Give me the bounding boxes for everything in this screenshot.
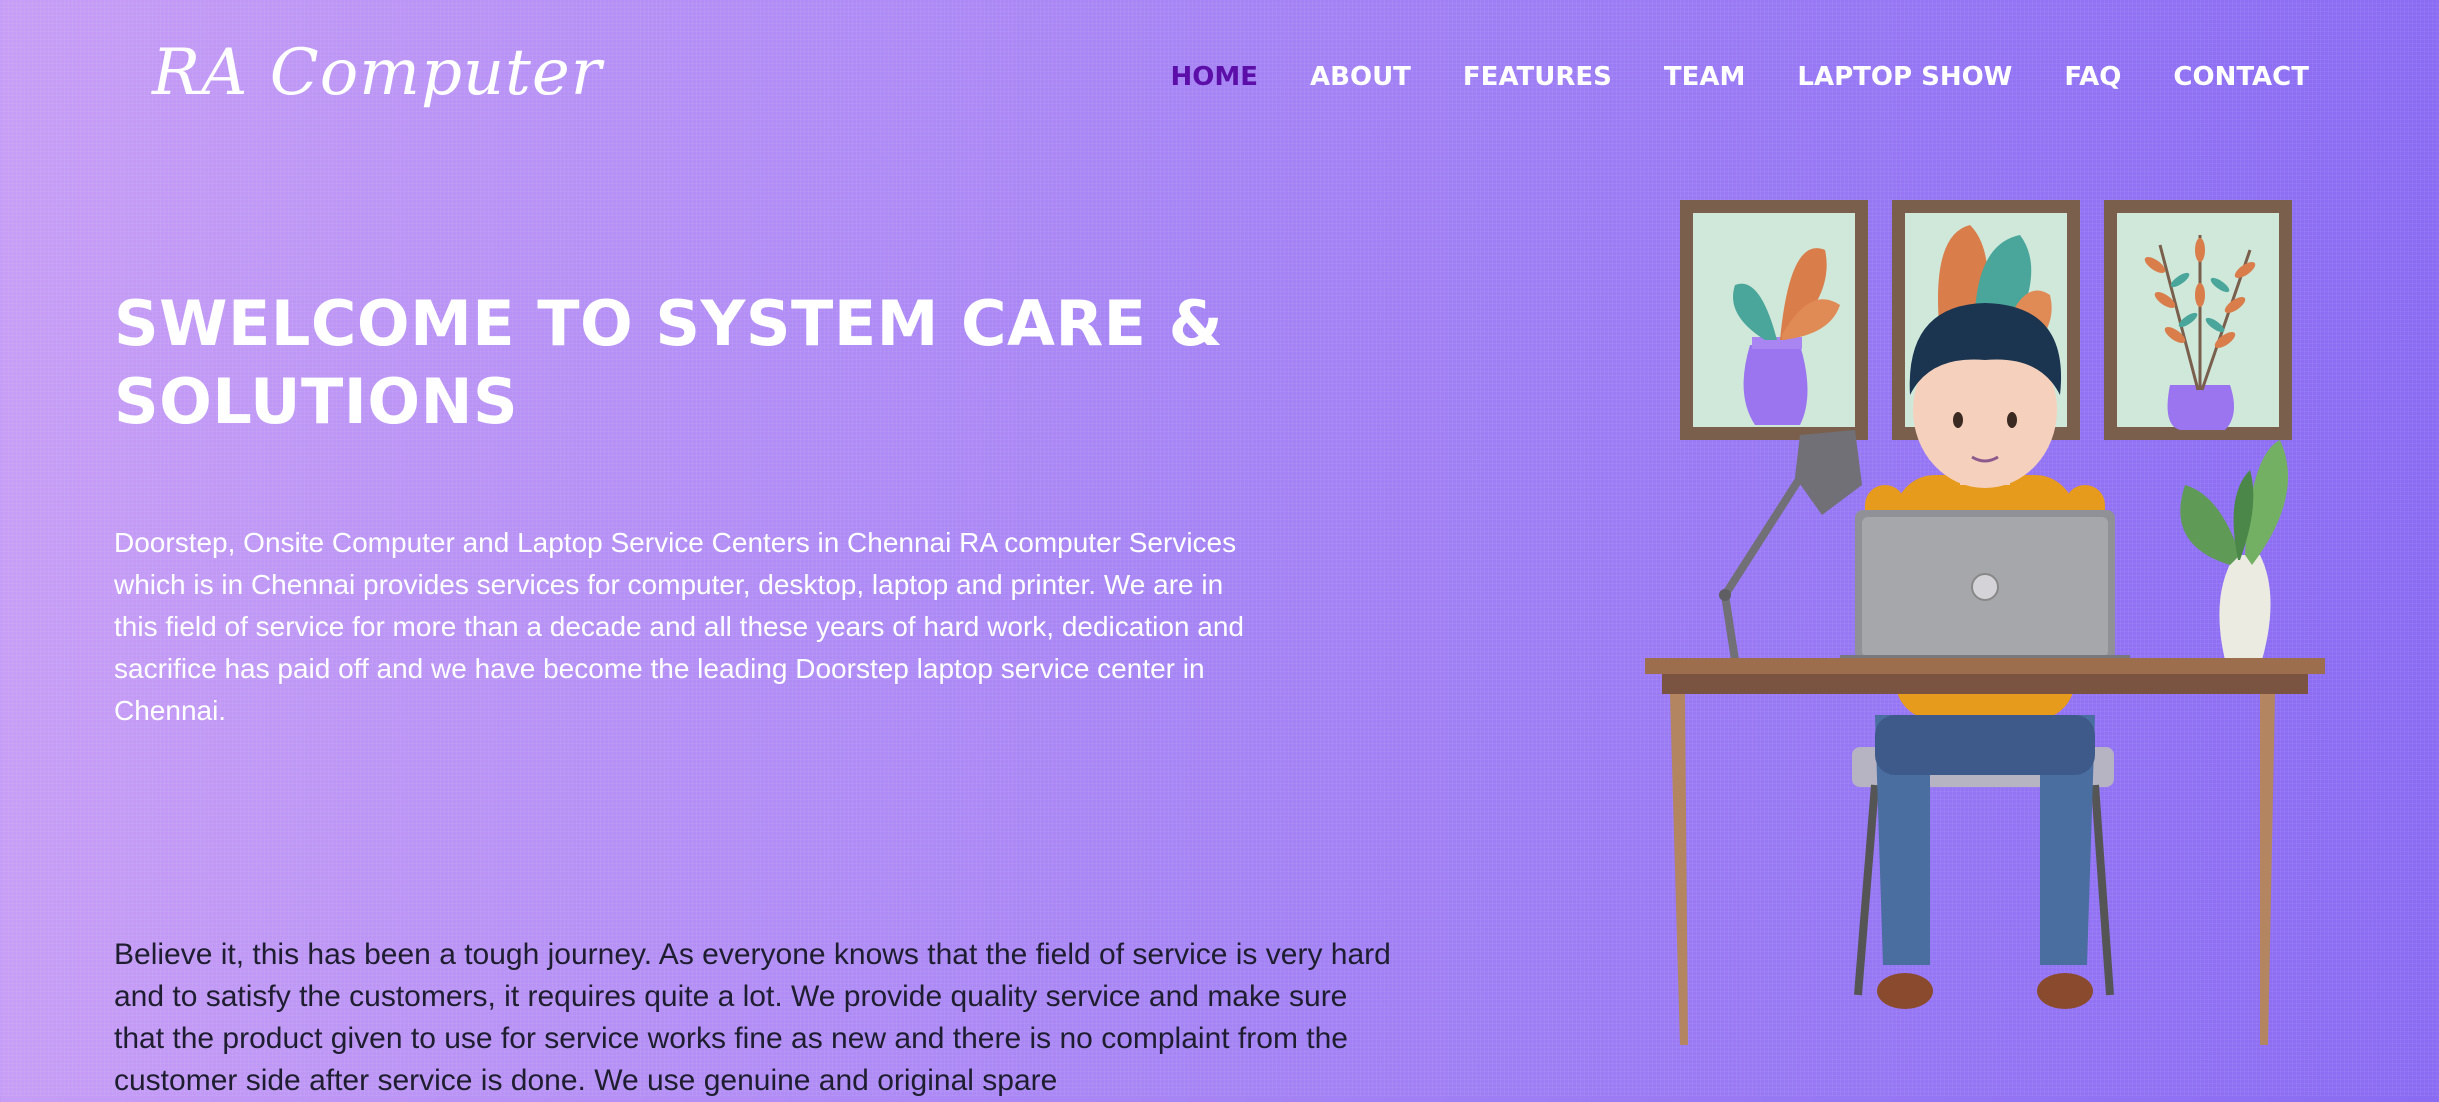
hero-title: SWELCOME TO SYSTEM CARE & SOLUTIONS: [114, 287, 1224, 438]
nav-home[interactable]: HOME: [1171, 62, 1259, 92]
hero-intro-text: Doorstep, Onsite Computer and Laptop Ser…: [114, 527, 1244, 726]
framed-plant-picture-right: [2104, 200, 2292, 440]
nav-faq[interactable]: FAQ: [2064, 62, 2121, 92]
nav-about[interactable]: ABOUT: [1310, 62, 1411, 92]
potted-plant: [2180, 440, 2289, 660]
person-working-on-laptop-illustration: [1645, 200, 2325, 1045]
desk-lamp: [1719, 430, 1862, 661]
nav-features[interactable]: FEATURES: [1463, 62, 1612, 92]
nav-laptop-show[interactable]: LAPTOP SHOW: [1797, 62, 2012, 92]
brand-logo[interactable]: RA Computer: [152, 36, 602, 110]
nav-contact[interactable]: CONTACT: [2173, 62, 2309, 92]
laptop: [1840, 510, 2130, 663]
main-nav: HOME ABOUT FEATURES TEAM LAPTOP SHOW FAQ…: [1171, 62, 2309, 92]
nav-team[interactable]: TEAM: [1664, 62, 1746, 92]
framed-plant-picture-left: [1680, 200, 1868, 440]
journey-text: Believe it, this has been a tough journe…: [114, 938, 1391, 1097]
